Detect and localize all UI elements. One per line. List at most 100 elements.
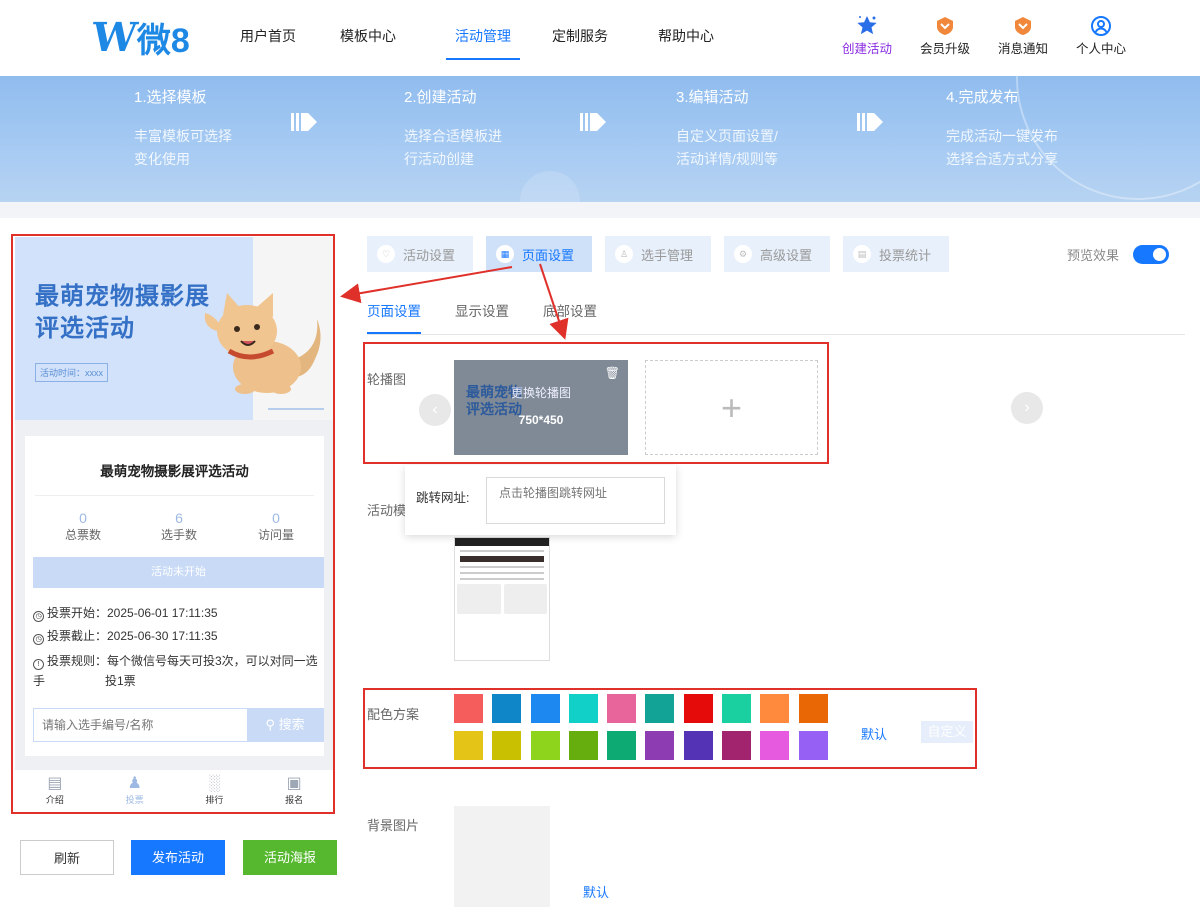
create-activity-link[interactable]: 创建活动 [828, 14, 906, 57]
step-title: 2.创建活动 [404, 89, 477, 106]
color-swatch[interactable] [722, 694, 752, 723]
color-swatch[interactable] [492, 731, 522, 760]
stat-players: 6 选手数 [129, 510, 229, 543]
ranking-icon: ░ [208, 775, 221, 792]
nav-activity-management[interactable]: 活动管理 [446, 0, 520, 62]
step-title: 3.编辑活动 [676, 89, 749, 106]
tab-label: 高级设置 [760, 247, 813, 263]
clock-icon: ◷ [33, 611, 44, 622]
vip-upgrade-link[interactable]: 会员升级 [906, 14, 984, 57]
notification-badge-icon [984, 14, 1062, 38]
cat-illustration-icon [204, 293, 321, 394]
step-desc-line1: 完成活动一键发布 [946, 128, 1058, 144]
tab-vote-statistics[interactable]: ▤ 投票统计 [843, 236, 949, 272]
stat-total-votes: 0 总票数 [33, 510, 133, 543]
subtab-display-settings[interactable]: 显示设置 [455, 300, 509, 334]
publish-button[interactable]: 发布活动 [131, 840, 225, 875]
preview-tab-intro[interactable]: ▤ 介绍 [15, 770, 95, 811]
color-swatch[interactable] [760, 694, 790, 723]
color-custom-button[interactable]: 自定义 [921, 721, 973, 743]
refresh-button[interactable]: 刷新 [20, 840, 114, 875]
background-image-thumbnail[interactable] [454, 806, 550, 907]
tab-page-settings[interactable]: ▦ 页面设置 [486, 236, 592, 272]
step-title: 1.选择模板 [134, 89, 207, 106]
jump-url-input[interactable] [486, 477, 665, 524]
vote-end-row: ◷ 投票截止：2025-06-30 17:11:35 [33, 626, 218, 646]
color-swatch[interactable] [798, 731, 828, 760]
nav-user-home[interactable]: 用户首页 [222, 0, 314, 62]
color-swatch[interactable] [568, 731, 598, 760]
mobile-preview: 最萌宠物摄影展 评选活动 活动时间：xxxx 最萌宠物摄影展评选活动 0 总票数 [15, 237, 334, 811]
steps-banner: 1.选择模板 丰富模板可选择 变化使用 2.创建活动 选择合适模板进 行活动创建… [0, 76, 1200, 202]
replace-carousel-text[interactable]: 更换轮播图 [454, 384, 628, 401]
carousel-image[interactable]: 最萌宠物 评选活动 更换轮播图 750*450 🗑 [454, 360, 628, 455]
tab-label: 选手管理 [641, 247, 694, 263]
thumb-grid [457, 584, 547, 614]
player-search-input[interactable] [34, 709, 249, 741]
notifications-link[interactable]: 消息通知 [984, 14, 1062, 57]
tab-player-management[interactable]: ♙ 选手管理 [605, 236, 711, 272]
preview-info-card: 最萌宠物摄影展评选活动 0 总票数 6 选手数 0 访问量 活动未开始 ◷ 投票开… [25, 436, 324, 756]
step-arrow-icon [291, 113, 317, 131]
tab-label: 排行 [205, 795, 224, 805]
vote-rule-row: ! 投票规则：每个微信号每天可投3次，可以对同一选手 [33, 651, 324, 691]
color-swatch[interactable] [798, 694, 828, 723]
carousel-size-text: 750*450 [518, 413, 564, 427]
color-swatch[interactable] [722, 731, 752, 760]
banner-indicator [268, 408, 324, 410]
stat-label: 选手数 [160, 528, 197, 542]
color-swatch[interactable] [683, 731, 713, 760]
carousel-next-button[interactable]: › [1011, 392, 1043, 424]
color-swatch[interactable] [645, 731, 675, 760]
nav-template-center[interactable]: 模板中心 [314, 0, 422, 62]
color-swatch[interactable] [683, 694, 713, 723]
tab-activity-settings[interactable]: ♡ 活动设置 [367, 236, 473, 272]
subtab-page-settings[interactable]: 页面设置 [367, 300, 421, 334]
nav-custom-service[interactable]: 定制服务 [524, 0, 636, 62]
color-swatch[interactable] [607, 694, 637, 723]
color-swatch[interactable] [454, 694, 483, 723]
trash-icon[interactable]: 🗑 [605, 366, 620, 380]
nav-help-center[interactable]: 帮助中心 [636, 0, 736, 62]
activity-status-button[interactable]: 活动未开始 [33, 557, 324, 588]
carousel-prev-button[interactable]: ‹ [419, 394, 451, 426]
color-swatch[interactable] [568, 694, 598, 723]
stat-value: 0 [79, 510, 87, 526]
stat-visits: 0 访问量 [226, 510, 326, 543]
color-swatch[interactable] [454, 731, 483, 760]
vip-badge-icon [906, 14, 984, 38]
color-default-button[interactable]: 默认 [861, 724, 887, 743]
heart-icon: ♡ [377, 245, 395, 263]
header-icons: 创建活动 会员升级 消息通知 个人中心 [828, 14, 1140, 57]
subtab-footer-settings[interactable]: 底部设置 [543, 300, 597, 334]
background-default-button[interactable]: 默认 [583, 882, 609, 901]
search-button[interactable]: ⚲ 搜索 [247, 709, 323, 741]
tab-label: 投票统计 [879, 247, 932, 263]
color-swatch[interactable] [760, 731, 790, 760]
preview-tab-ranking[interactable]: ░ 排行 [175, 770, 255, 811]
preview-effect-toggle[interactable] [1133, 245, 1169, 264]
template-thumbnail[interactable] [454, 537, 550, 661]
poster-button[interactable]: 活动海报 [243, 840, 337, 875]
preview-tab-vote[interactable]: ♟ 投票 [95, 770, 175, 811]
color-swatch[interactable] [645, 694, 675, 723]
logo-text: 微8 [136, 21, 190, 60]
tab-advanced-settings[interactable]: ⚙ 高级设置 [724, 236, 830, 272]
color-swatch[interactable] [530, 694, 560, 723]
add-carousel-button[interactable]: + [645, 360, 818, 455]
tab-label: 介绍 [45, 795, 64, 805]
preview-card-title: 最萌宠物摄影展评选活动 [100, 464, 249, 479]
tab-label: 报名 [285, 795, 304, 805]
personal-center-link[interactable]: 个人中心 [1062, 14, 1140, 57]
step-desc-line2: 选择合适方式分享 [946, 151, 1058, 167]
color-swatch[interactable] [607, 731, 637, 760]
logo[interactable]: W 微8 [89, 13, 190, 61]
preview-tab-signup[interactable]: ▣ 报名 [254, 770, 334, 811]
color-swatch[interactable] [492, 694, 522, 723]
preview-banner: 最萌宠物摄影展 评选活动 活动时间：xxxx [15, 237, 334, 420]
preview-bottom-tabs: ▤ 介绍 ♟ 投票 ░ 排行 ▣ 报名 [15, 770, 334, 811]
chevron-right-icon: › [1024, 399, 1030, 416]
logo-w: W [89, 13, 138, 61]
thumb-line [460, 550, 544, 552]
color-swatch[interactable] [530, 731, 560, 760]
